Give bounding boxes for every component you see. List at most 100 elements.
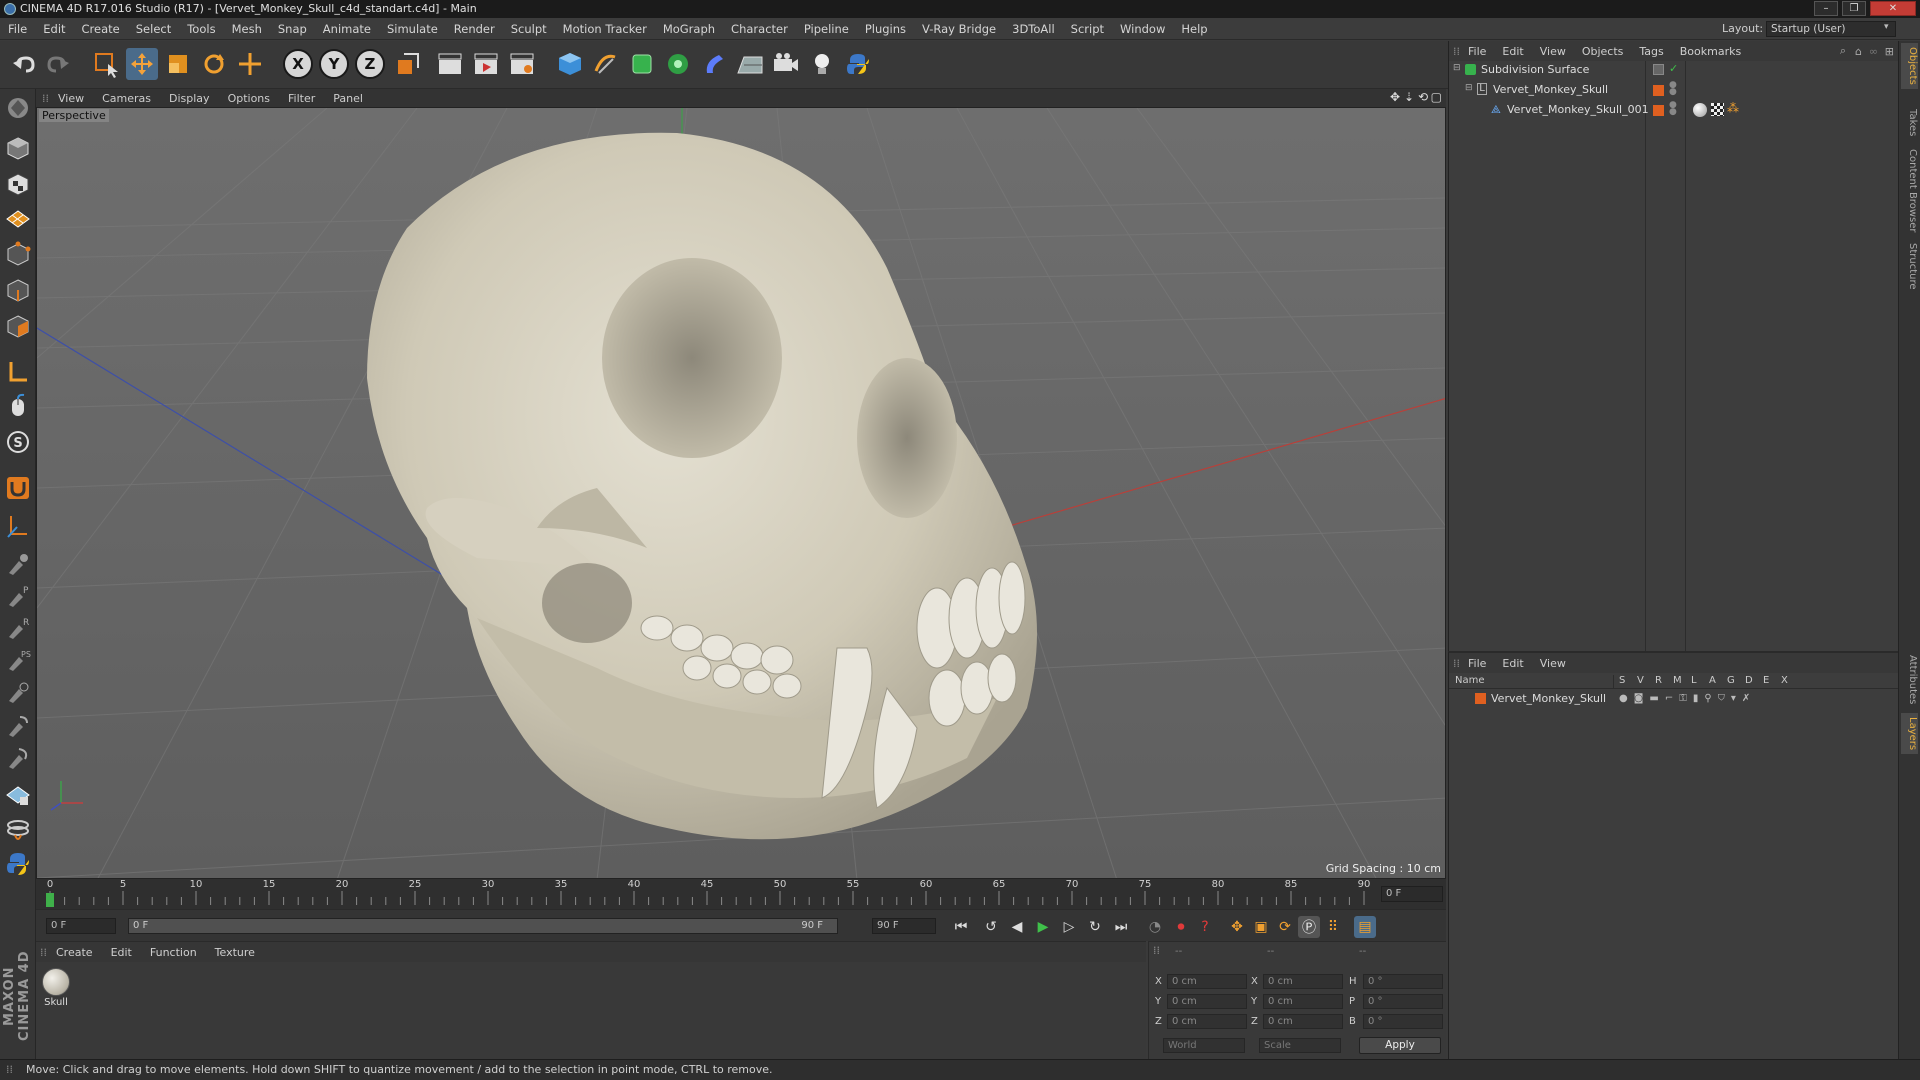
viewport-menu-cameras[interactable]: Cameras [93, 92, 160, 105]
menu-vray-bridge[interactable]: V-Ray Bridge [914, 22, 1004, 36]
brush-tool-7-button[interactable] [3, 743, 33, 773]
edges-mode-button[interactable] [3, 275, 33, 305]
material-tag-icon[interactable] [1693, 103, 1707, 117]
end-frame-field[interactable]: 90 F [872, 918, 936, 934]
key-scale-button[interactable]: ▣ [1250, 916, 1272, 938]
layer-menu-file[interactable]: File [1460, 657, 1494, 670]
viewport-menu-panel[interactable]: Panel [324, 92, 372, 105]
tab-attributes[interactable]: Attributes [1901, 651, 1918, 708]
viewport-rotate-icon[interactable]: ⟲ [1418, 90, 1428, 104]
tab-takes[interactable]: Takes [1901, 105, 1918, 140]
menu-motion-tracker[interactable]: Motion Tracker [555, 22, 655, 36]
make-editable-button[interactable] [3, 93, 33, 123]
menu-character[interactable]: Character [723, 22, 796, 36]
go-to-start-button[interactable]: ⏮ [950, 916, 972, 938]
object-menu-view[interactable]: View [1532, 45, 1574, 58]
axis-mode-button[interactable] [3, 357, 33, 387]
previous-frame-button[interactable]: ◀ [1006, 916, 1028, 938]
object-row-vervet-monkey-skull-001[interactable]: ⟁ Vervet_Monkey_Skull_001 ● ● ⁂ [1453, 101, 1893, 118]
layer-flag-icons[interactable]: ●◙▬⌐⚿▮⚲⛉▾✗ [1619, 693, 1756, 704]
link-icon[interactable]: ∞ [1869, 45, 1878, 58]
key-parameter-button[interactable]: Ⓟ [1298, 916, 1320, 938]
layer-column-s[interactable]: S [1619, 675, 1625, 686]
material-menu-function[interactable]: Function [141, 946, 206, 959]
collapse-icon[interactable]: ⊟ [1465, 83, 1473, 93]
pos-y-field[interactable]: 0 cm [1167, 994, 1247, 1009]
layer-column-r[interactable]: R [1655, 675, 1662, 686]
layer-color-swatch[interactable] [1475, 693, 1486, 704]
material-menu-create[interactable]: Create [47, 946, 102, 959]
minimize-button[interactable]: – [1814, 1, 1838, 16]
x-axis-button[interactable]: X [282, 48, 314, 80]
workplane-mode-button[interactable] [3, 201, 33, 231]
object-menu-objects[interactable]: Objects [1574, 45, 1632, 58]
python-console-button[interactable] [3, 849, 33, 879]
object-menu-file[interactable]: File [1460, 45, 1494, 58]
material-menu-edit[interactable]: Edit [102, 946, 141, 959]
brush-tool-4-button[interactable]: PS [3, 645, 33, 675]
add-cube-button[interactable] [554, 48, 586, 80]
sculpt-mode-button[interactable] [3, 815, 33, 845]
polygons-mode-button[interactable] [3, 311, 33, 341]
start-frame-field[interactable]: 0 F [46, 918, 116, 934]
viewport-menu-display[interactable]: Display [160, 92, 219, 105]
object-menu-tags[interactable]: Tags [1631, 45, 1671, 58]
tweak-mode-button[interactable] [3, 391, 33, 421]
texture-grid-lock-button[interactable] [3, 779, 33, 809]
menu-create[interactable]: Create [74, 22, 128, 36]
keyframe-selection-button[interactable]: ? [1194, 916, 1216, 938]
move-tool-button[interactable] [126, 48, 158, 80]
layer-menu-edit[interactable]: Edit [1494, 657, 1531, 670]
key-rotation-button[interactable]: ⟳ [1274, 916, 1296, 938]
next-frame-button[interactable]: ▷ [1058, 916, 1080, 938]
render-view-button[interactable] [434, 48, 466, 80]
object-row-subdivision-surface[interactable]: ⊟ Subdivision Surface ✓ [1453, 62, 1893, 78]
menu-script[interactable]: Script [1063, 22, 1112, 36]
enabled-check-icon[interactable]: ✓ [1669, 62, 1678, 75]
add-generator-button[interactable] [626, 48, 658, 80]
coordinate-system-button[interactable] [392, 48, 424, 80]
layout-dropdown[interactable]: Startup (User) [1766, 21, 1896, 37]
layer-column-v[interactable]: V [1637, 675, 1644, 686]
object-row-vervet-monkey-skull[interactable]: ⊟ L Vervet_Monkey_Skull ● ● [1453, 81, 1893, 98]
python-script-button[interactable] [842, 48, 874, 80]
viewport-maximize-icon[interactable]: ▢ [1431, 90, 1442, 104]
key-pla-button[interactable]: ⠿ [1322, 916, 1344, 938]
menu-select[interactable]: Select [128, 22, 179, 36]
close-button[interactable]: ✕ [1870, 1, 1916, 16]
timeline-window-button[interactable]: ▤ [1354, 916, 1376, 938]
previous-key-button[interactable]: ↺ [980, 916, 1002, 938]
maximize-button[interactable]: ❐ [1842, 1, 1866, 16]
texture-tag-icon[interactable] [1711, 103, 1724, 116]
object-menu-bookmarks[interactable]: Bookmarks [1672, 45, 1749, 58]
undo-button[interactable] [8, 48, 40, 80]
layer-column-l[interactable]: L [1691, 675, 1697, 686]
go-to-end-button[interactable]: ⏭ [1110, 916, 1132, 938]
redo-button[interactable] [42, 48, 74, 80]
menu-edit[interactable]: Edit [35, 22, 73, 36]
material-menu-texture[interactable]: Texture [206, 946, 264, 959]
coordinate-mode-dropdown[interactable]: Scale [1259, 1038, 1341, 1053]
timeline-ruler[interactable]: 0 5 10 15 20 25 30 35 40 45 50 55 60 65 70 75 80 85 90 0 F [36, 879, 1446, 909]
layer-column-e[interactable]: E [1763, 675, 1769, 686]
layer-column-d[interactable]: D [1745, 675, 1753, 686]
rot-b-field[interactable]: 0 ° [1363, 1014, 1443, 1029]
apply-button[interactable]: Apply [1359, 1037, 1441, 1054]
layer-column-g[interactable]: G [1727, 675, 1735, 686]
rotate-tool-button[interactable] [198, 48, 230, 80]
autokeying-button[interactable]: ⏺ [1170, 916, 1192, 938]
tab-layers[interactable]: Layers [1901, 713, 1918, 755]
object-menu-edit[interactable]: Edit [1494, 45, 1531, 58]
menu-animate[interactable]: Animate [315, 22, 379, 36]
visibility-dots-icon[interactable]: ● ● [1669, 101, 1677, 117]
collapse-icon[interactable]: ⊟ [1453, 63, 1461, 73]
size-z-field[interactable]: 0 cm [1263, 1014, 1343, 1029]
brush-tool-6-button[interactable] [3, 711, 33, 741]
render-to-picture-viewer-button[interactable] [470, 48, 502, 80]
menu-3dtoall[interactable]: 3DToAll [1004, 22, 1063, 36]
tab-objects[interactable]: Objects [1901, 43, 1918, 89]
key-position-button[interactable]: ✥ [1226, 916, 1248, 938]
scale-tool-button[interactable] [162, 48, 194, 80]
layer-color-icon[interactable] [1653, 85, 1664, 96]
menu-file[interactable]: File [0, 22, 35, 36]
